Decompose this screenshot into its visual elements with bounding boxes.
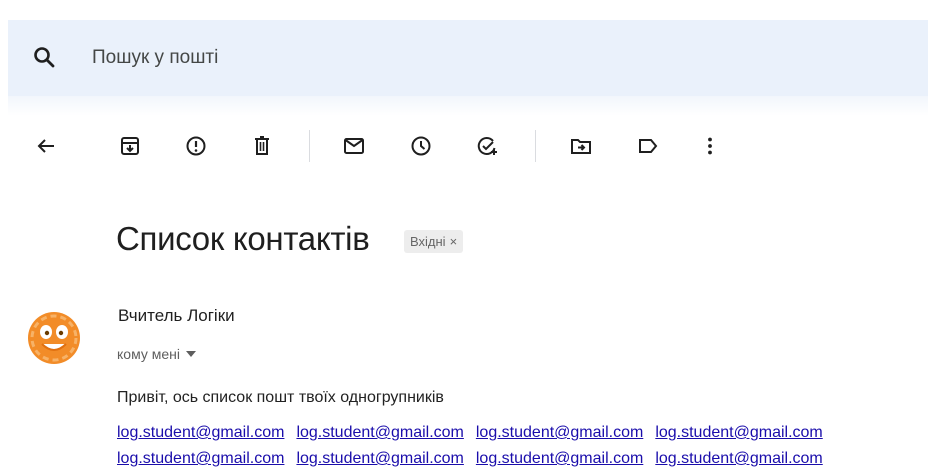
add-task-icon bbox=[477, 137, 497, 155]
move-to-button[interactable] bbox=[563, 128, 599, 164]
report-spam-icon bbox=[186, 136, 206, 156]
toolbar-separator bbox=[535, 130, 536, 162]
mark-unread-icon bbox=[344, 138, 364, 154]
email-row: log.student@gmail.com log.student@gmail.c… bbox=[117, 420, 928, 446]
back-arrow-icon bbox=[37, 139, 54, 153]
smiley-avatar-icon bbox=[28, 312, 80, 364]
archive-icon bbox=[121, 137, 139, 155]
email-link[interactable]: log.student@gmail.com bbox=[655, 450, 822, 467]
label-button[interactable] bbox=[630, 128, 666, 164]
inbox-label-chip[interactable]: Вхідні × bbox=[404, 230, 464, 253]
sender-name: Вчитель Логіки bbox=[118, 306, 235, 325]
delete-icon bbox=[255, 136, 269, 155]
archive-button[interactable] bbox=[112, 128, 148, 164]
divider bbox=[8, 96, 928, 116]
email-link[interactable]: log.student@gmail.com bbox=[296, 424, 463, 441]
report-spam-button[interactable] bbox=[178, 128, 214, 164]
snooze-icon bbox=[411, 136, 431, 156]
email-link[interactable]: log.student@gmail.com bbox=[476, 424, 643, 441]
email-list: log.student@gmail.com log.student@gmail.c… bbox=[117, 420, 928, 472]
email-link[interactable]: log.student@gmail.com bbox=[655, 424, 822, 441]
email-body-text: Привіт, ось список пошт твоїх одногрупни… bbox=[117, 389, 444, 406]
toolbar-separator bbox=[309, 130, 310, 162]
back-button[interactable] bbox=[28, 128, 64, 164]
more-button[interactable] bbox=[692, 128, 728, 164]
move-to-icon bbox=[571, 139, 591, 154]
label-name: Вхідні bbox=[410, 234, 446, 249]
remove-label-button[interactable]: × bbox=[450, 234, 458, 249]
email-row: log.student@gmail.com log.student@gmail.c… bbox=[117, 446, 928, 472]
email-link[interactable]: log.student@gmail.com bbox=[296, 450, 463, 467]
search-input[interactable]: Пошук у пошті bbox=[92, 47, 218, 69]
email-link[interactable]: log.student@gmail.com bbox=[117, 424, 284, 441]
add-task-button[interactable] bbox=[469, 128, 505, 164]
email-link[interactable]: log.student@gmail.com bbox=[476, 450, 643, 467]
search-bar[interactable]: Пошук у пошті bbox=[8, 20, 928, 96]
email-link[interactable]: log.student@gmail.com bbox=[117, 450, 284, 467]
delete-button[interactable] bbox=[244, 128, 280, 164]
email-subject: Список контактів bbox=[116, 220, 370, 257]
more-vert-icon bbox=[708, 137, 712, 155]
snooze-button[interactable] bbox=[403, 128, 439, 164]
recipient-text: кому мені bbox=[117, 346, 180, 362]
mark-unread-button[interactable] bbox=[336, 128, 372, 164]
avatar[interactable] bbox=[26, 310, 82, 366]
search-icon[interactable] bbox=[32, 45, 56, 69]
chevron-down-icon bbox=[186, 351, 196, 357]
label-icon bbox=[639, 139, 658, 153]
recipient-details-toggle[interactable]: кому мені bbox=[117, 346, 196, 362]
message-toolbar bbox=[0, 128, 928, 164]
